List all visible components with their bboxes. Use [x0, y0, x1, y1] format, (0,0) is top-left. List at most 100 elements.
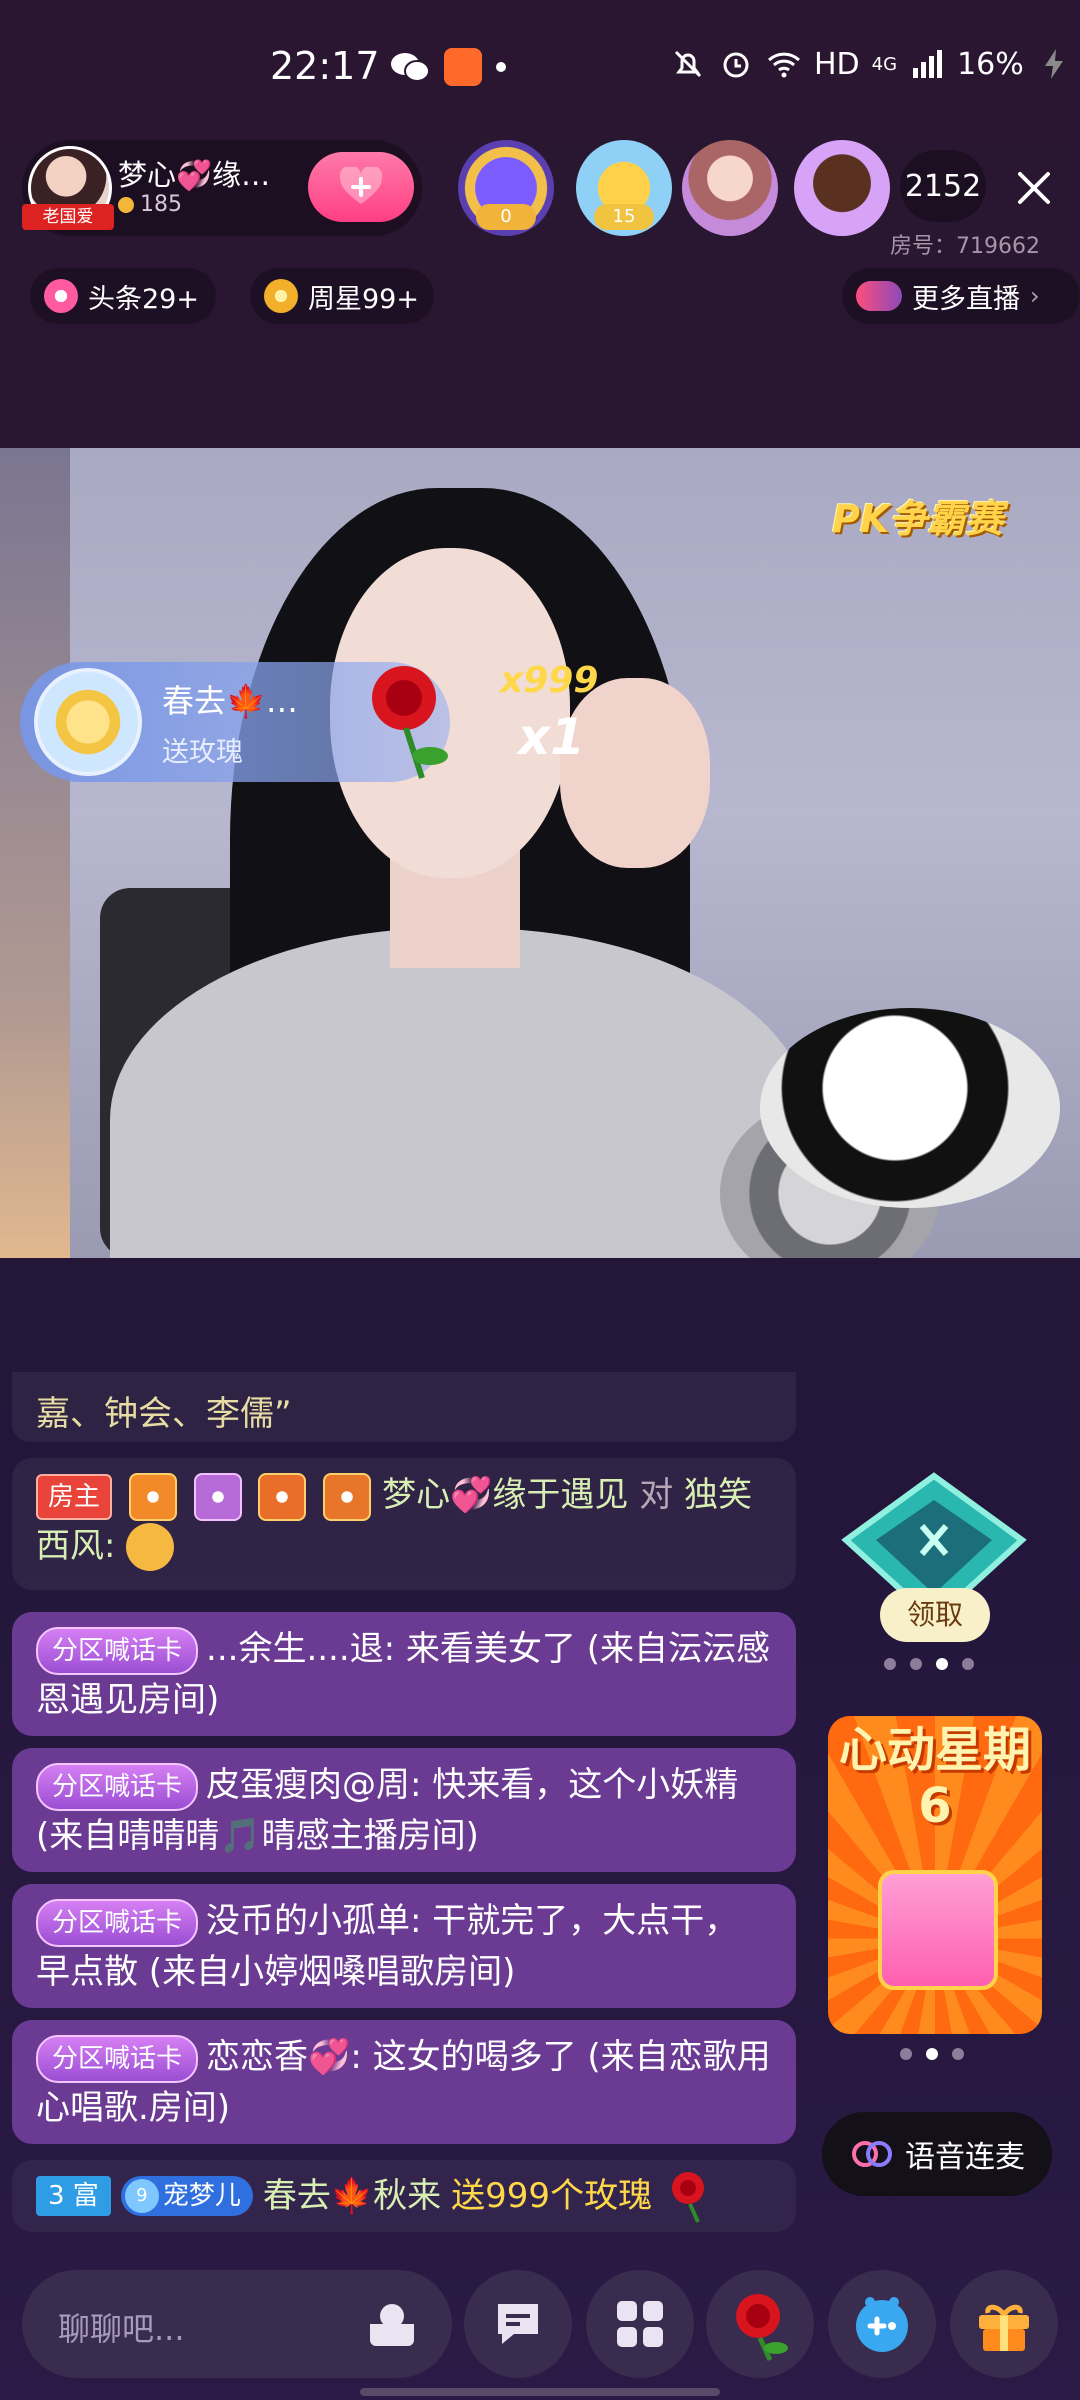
carousel-dot [884, 1658, 896, 1670]
carousel-dot [910, 1658, 922, 1670]
game-button[interactable] [828, 2270, 936, 2378]
headline-label: 头条29+ [88, 283, 199, 315]
flame-icon [44, 279, 78, 313]
signal-icon [913, 50, 943, 78]
gift-text: 送999个玫瑰 [451, 2176, 653, 2216]
wechat-icon [391, 53, 430, 82]
grid-icon [617, 2301, 663, 2347]
video-streamer-hand [560, 678, 710, 868]
carousel-dot [962, 1658, 974, 1670]
host-coins: 185 [118, 192, 182, 217]
chat-message-host: 房主 梦心💞缘于遇见 对 独笑 西风: [12, 1458, 796, 1590]
headline-tag[interactable]: 头条29+ [30, 268, 216, 324]
carousel-dot-active [926, 2048, 938, 2060]
weekstar-tag[interactable]: 周星99+ [250, 268, 434, 324]
chat-message-gift: 3 富 9 宠梦儿 春去🍁秋来 送999个玫瑰 [12, 2160, 796, 2232]
carousel-dots [884, 1658, 974, 1670]
link-icon [852, 2141, 892, 2167]
status-time: 22:17 [270, 44, 380, 88]
medal-icon [128, 1472, 177, 1521]
top-viewer-avatar[interactable] [682, 140, 778, 236]
gift-sender-avatar[interactable] [34, 668, 142, 776]
live-video[interactable]: PK争霸赛 [0, 448, 1080, 1258]
rich-level-badge: 3 富 [36, 2176, 111, 2216]
host-avatar-tag: 老国爱 [22, 204, 114, 230]
more-apps-button[interactable] [586, 2270, 694, 2378]
pet-badge-label: 宠梦儿 [162, 2181, 241, 2211]
shout-card-tag: 分区喊话卡 [36, 1762, 199, 1811]
chat-to: 对 [639, 1475, 674, 1515]
carousel-dot [900, 2048, 912, 2060]
chat-sender[interactable]: 春去🍁秋来 [263, 2171, 441, 2221]
chat-receiver[interactable]: 独笑 [684, 1475, 752, 1515]
shout-card-tag: 分区喊话卡 [36, 1898, 199, 1947]
medal-icon [193, 1472, 242, 1521]
wifi-icon [767, 52, 801, 78]
viewer-count[interactable]: 2152 [900, 150, 986, 222]
status-icons-left [390, 48, 506, 86]
chat-sender[interactable]: 梦心💞缘于遇见 [382, 1475, 628, 1515]
claim-button[interactable]: 领取 [880, 1588, 990, 1642]
chat-message-shout[interactable]: 分区喊话卡 ...余生....退: 来看美女了 (来自沄沄感恩遇见房间) [12, 1612, 796, 1736]
network-label: HD [814, 46, 860, 82]
pray-emoji-icon [126, 1523, 175, 1571]
gift-sender-name: 春去🍁… [162, 682, 298, 720]
home-indicator[interactable] [360, 2388, 720, 2396]
top-viewer-avatar[interactable] [794, 140, 890, 236]
viewer-rank-badge: 15 [594, 204, 654, 230]
message-icon [498, 2304, 538, 2344]
room-number: 房号：719662 [890, 234, 1040, 259]
host-name[interactable]: 梦心💞缘… [118, 152, 270, 194]
weekstar-label: 周星99+ [308, 283, 419, 315]
rose-gift-button[interactable] [706, 2270, 814, 2378]
carousel-dot [952, 2048, 964, 2060]
battery-level: 16% [957, 46, 1024, 82]
pk-logo[interactable]: PK争霸赛 [832, 488, 1003, 543]
rose-icon [736, 2294, 788, 2362]
pet-badge: 9 宠梦儿 [120, 2176, 253, 2216]
more-notifications-icon [496, 62, 506, 72]
gamepad-icon [856, 2297, 908, 2352]
seat-icon[interactable] [362, 2294, 422, 2354]
video-background [0, 448, 70, 1258]
shout-card-tag: 分区喊话卡 [36, 1626, 199, 1675]
medal-icon [323, 1472, 372, 1521]
medal-icon [258, 1472, 307, 1521]
chat-message-shout[interactable]: 分区喊话卡 皮蛋瘦肉@周: 快来看，这个小妖精 (来自晴晴晴🎵晴感主播房间) [12, 1748, 796, 1872]
signal-label: 4G [871, 53, 898, 75]
app-notification-icon [444, 48, 482, 86]
gift-box-icon [878, 1870, 998, 1990]
carousel-dot-active [936, 1658, 948, 1670]
chat-message-shout[interactable]: 分区喊话卡 没币的小孤单: 干就完了，大点干，早点散 (来自小婷烟嗓唱歌房间) [12, 1884, 796, 2008]
alarm-icon [723, 52, 749, 78]
follow-button[interactable] [308, 152, 414, 222]
promo-title: 心动星期6 [838, 1722, 1031, 1834]
mute-bell-icon [674, 50, 702, 78]
status-icons-right: HD 4G 16% [670, 46, 1072, 82]
chat-message-text: 嘉、钟会、李儒” [36, 1394, 292, 1434]
voice-link-label: 语音连麦 [905, 2140, 1025, 2175]
viewer-rank-badge: 0 [476, 204, 536, 230]
close-icon [1018, 172, 1050, 204]
host-coins-value: 185 [140, 192, 182, 217]
more-live-label: 更多直播 [912, 283, 1020, 315]
gift-action: 送玫瑰 [162, 737, 243, 768]
chat-message-shout[interactable]: 分区喊话卡 恋恋香💞: 这女的喝多了 (来自恋歌用心唱歌.房间) [12, 2020, 796, 2144]
close-button[interactable] [1006, 160, 1062, 216]
rose-icon [672, 2172, 705, 2223]
gift-button[interactable] [950, 2270, 1058, 2378]
shout-card-tag: 分区喊话卡 [36, 2034, 199, 2083]
gift-icon [979, 2304, 1029, 2351]
chat-input-placeholder: 聊聊吧... [58, 2310, 185, 2348]
live-rooms-icon [856, 281, 902, 311]
pet-heart-icon: 9 [124, 2179, 159, 2213]
coin-icon [118, 196, 134, 213]
more-live-button[interactable]: 更多直播 › [842, 268, 1080, 324]
gift-count-total: x999 [500, 660, 599, 701]
star-icon [264, 279, 298, 313]
voice-link-button[interactable]: 语音连麦 [822, 2112, 1052, 2196]
host-badge: 房主 [36, 1473, 113, 1520]
rose-icon [372, 666, 448, 779]
video-plush-toy [760, 1008, 1060, 1208]
danmaku-button[interactable] [464, 2270, 572, 2378]
